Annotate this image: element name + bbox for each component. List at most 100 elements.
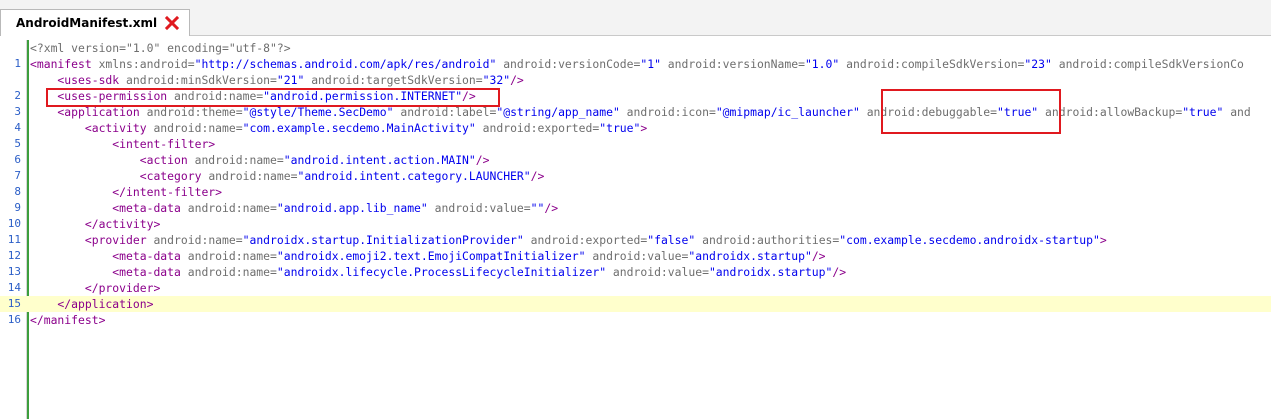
token-tag: </provider>: [30, 281, 161, 295]
code-line[interactable]: 15 </application>: [0, 296, 1271, 312]
token-attr: android:name=: [187, 265, 277, 279]
token-val: "1.0": [804, 57, 847, 71]
token-attr: android:name=: [187, 249, 277, 263]
line-number: 1: [14, 57, 21, 70]
code-line[interactable]: 5 <intent-filter>: [0, 136, 1271, 152]
token-attr: xmlns:android=: [98, 57, 195, 71]
line-number: 4: [14, 121, 21, 134]
token-tag: </application>: [30, 297, 154, 311]
token-tag: </activity>: [30, 217, 161, 231]
tab-android-manifest[interactable]: AndroidManifest.xml: [0, 9, 190, 36]
highlight-debuggable: [881, 89, 1061, 134]
token-attr: android:versionCode=: [503, 57, 641, 71]
line-number: 3: [14, 105, 21, 118]
token-attr: android:theme=: [146, 105, 243, 119]
token-tag: />: [832, 265, 847, 279]
token-attr: android:label=: [400, 105, 497, 119]
code-line[interactable]: 13 <meta-data android:name="androidx.lif…: [0, 264, 1271, 280]
token-val: "android.app.lib_name": [276, 201, 435, 215]
code-line[interactable]: 6 <action android:name="android.intent.a…: [0, 152, 1271, 168]
token-attr: android:exported=: [530, 233, 648, 247]
tab-title: AndroidManifest.xml: [16, 16, 158, 30]
line-number: 2: [14, 89, 21, 102]
token-val: "android.intent.category.LAUNCHER": [297, 169, 531, 183]
token-tag: </intent-filter>: [30, 185, 223, 199]
token-tag: />: [530, 169, 545, 183]
code-line[interactable]: 10 </activity>: [0, 216, 1271, 232]
token-attr: android:name=: [187, 201, 277, 215]
code-text: <uses-sdk android:minSdkVersion="21" and…: [30, 72, 524, 88]
token-tag: <action: [30, 153, 195, 167]
token-val: "com.example.secdemo.MainActivity": [242, 121, 483, 135]
code-text: </application>: [30, 296, 153, 312]
token-val: "false": [647, 233, 703, 247]
token-tag: <activity: [30, 121, 154, 135]
line-number: 10: [7, 217, 21, 230]
line-number: 11: [7, 233, 21, 246]
code-text: <activity android:name="com.example.secd…: [30, 120, 647, 136]
token-attr: android:value=: [612, 265, 709, 279]
token-val: "21": [276, 73, 312, 87]
token-tag: />: [811, 249, 826, 263]
code-line[interactable]: 14 </provider>: [0, 280, 1271, 296]
code-text: <intent-filter>: [30, 136, 215, 152]
token-tag: <category: [30, 169, 209, 183]
code-editor[interactable]: <?xml version="1.0" encoding="utf-8"?> 1 <…: [0, 36, 1271, 419]
token-attr: android:value=: [592, 249, 689, 263]
token-attr: android:value=: [434, 201, 531, 215]
token-attr: and: [1230, 105, 1251, 119]
code-text: <provider android:name="androidx.startup…: [30, 232, 1107, 248]
token-val: "1": [640, 57, 668, 71]
code-text: <meta-data android:name="androidx.emoji2…: [30, 248, 826, 264]
token-attr: android:versionName=: [667, 57, 805, 71]
token-val: "true": [1182, 105, 1231, 119]
code-line[interactable]: 12 <meta-data android:name="androidx.emo…: [0, 248, 1271, 264]
close-icon[interactable]: [164, 15, 180, 31]
code-line[interactable]: 16 </manifest>: [0, 312, 1271, 328]
token-tag: />: [475, 153, 490, 167]
token-val: "androidx.lifecycle.ProcessLifecycleInit…: [276, 265, 613, 279]
token-tag: <meta-data: [30, 249, 188, 263]
line-number: 15: [7, 297, 21, 310]
code-line[interactable]: 1 <manifest xmlns:android="http://schemas…: [0, 56, 1271, 72]
token-tag: <manifest: [30, 57, 99, 71]
token-tag: <application: [30, 105, 147, 119]
code-line[interactable]: 8 </intent-filter>: [0, 184, 1271, 200]
code-line[interactable]: <uses-sdk android:minSdkVersion="21" and…: [0, 72, 1271, 88]
token-attr: android:exported=: [482, 121, 600, 135]
token-val: "com.example.secdemo.androidx-startup": [839, 233, 1100, 247]
line-number: 12: [7, 249, 21, 262]
code-line[interactable]: 9 <meta-data android:name="android.app.l…: [0, 200, 1271, 216]
token-tag: >: [640, 121, 648, 135]
token-val: "true": [599, 121, 641, 135]
code-text: <?xml version="1.0" encoding="utf-8"?>: [30, 40, 291, 56]
line-number: 8: [14, 185, 21, 198]
token-tag: >: [1099, 233, 1107, 247]
line-number: 13: [7, 265, 21, 278]
code-line[interactable]: <?xml version="1.0" encoding="utf-8"?>: [0, 40, 1271, 56]
token-attr: android:name=: [194, 153, 284, 167]
editor-tab-bar: AndroidManifest.xml: [0, 0, 1271, 36]
token-tag: <intent-filter>: [30, 137, 216, 151]
token-attr: android:targetSdkVersion=: [311, 73, 483, 87]
code-text: </activity>: [30, 216, 160, 232]
token-val: "http://schemas.android.com/apk/res/andr…: [194, 57, 504, 71]
token-decl: <?xml version="1.0" encoding="utf-8"?>: [30, 41, 291, 55]
code-line[interactable]: 4 <activity android:name="com.example.se…: [0, 120, 1271, 136]
code-line[interactable]: 7 <category android:name="android.intent…: [0, 168, 1271, 184]
code-text: <meta-data android:name="android.app.lib…: [30, 200, 558, 216]
token-val: "android.intent.action.MAIN": [283, 153, 476, 167]
token-tag: />: [510, 73, 524, 87]
token-attr: android:minSdkVersion=: [126, 73, 277, 87]
token-attr: android:allowBackup=: [1045, 105, 1183, 119]
token-val: "androidx.startup": [708, 265, 833, 279]
token-val: "@style/Theme.SecDemo": [242, 105, 401, 119]
token-attr: android:name=: [153, 233, 243, 247]
token-val: "": [530, 201, 545, 215]
line-number: 7: [14, 169, 21, 182]
line-number: 6: [14, 153, 21, 166]
code-text: </manifest>: [30, 312, 105, 328]
code-line[interactable]: 11 <provider android:name="androidx.star…: [0, 232, 1271, 248]
code-text: <action android:name="android.intent.act…: [30, 152, 490, 168]
token-tag: <meta-data: [30, 201, 188, 215]
